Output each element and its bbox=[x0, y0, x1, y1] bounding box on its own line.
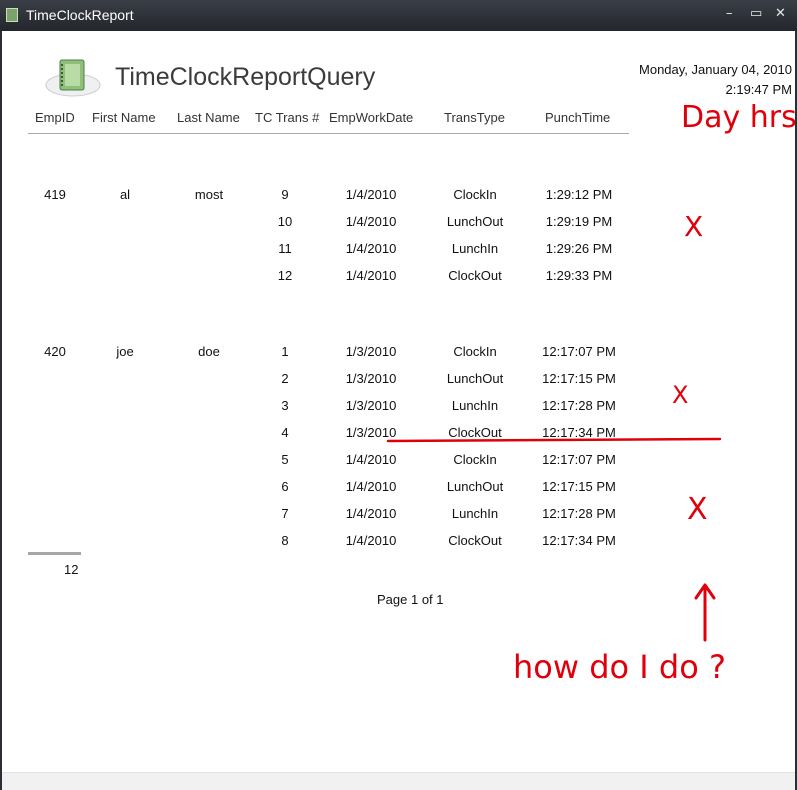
column-header-tc-trans: TC Trans # bbox=[255, 110, 320, 125]
trans-type-cell: ClockOut bbox=[448, 268, 502, 283]
last-name-cell: doe bbox=[198, 344, 220, 359]
column-header-empworkdate: EmpWorkDate bbox=[329, 110, 414, 125]
trans-number-cell: 1 bbox=[281, 344, 289, 359]
work-date-cell: 1/3/2010 bbox=[345, 398, 397, 413]
work-date-cell: 1/3/2010 bbox=[345, 425, 397, 440]
punch-time-cell: 12:17:07 PM bbox=[542, 344, 616, 359]
trans-number-cell: 11 bbox=[278, 241, 292, 256]
trans-number-cell: 6 bbox=[281, 479, 289, 494]
punch-time-cell: 1:29:19 PM bbox=[545, 214, 613, 229]
work-date-cell: 1/4/2010 bbox=[345, 268, 397, 283]
trans-number-cell: 2 bbox=[281, 371, 289, 386]
trans-type-cell: LunchOut bbox=[446, 371, 504, 386]
annotation-x-mark-1: X bbox=[684, 210, 704, 243]
punch-time-cell: 12:17:15 PM bbox=[542, 371, 616, 386]
punch-time-cell: 1:29:33 PM bbox=[545, 268, 613, 283]
punch-time-cell: 1:29:12 PM bbox=[545, 187, 613, 202]
record-count: 12 bbox=[64, 562, 79, 577]
column-header-last-name: Last Name bbox=[177, 110, 240, 125]
trans-number-cell: 3 bbox=[281, 398, 289, 413]
work-date-cell: 1/3/2010 bbox=[345, 344, 397, 359]
trans-number-cell: 7 bbox=[281, 506, 289, 521]
work-date-cell: 1/4/2010 bbox=[345, 214, 397, 229]
trans-number-cell: 9 bbox=[281, 187, 289, 202]
report-date: Monday, January 04, 2010 bbox=[639, 62, 792, 77]
punch-time-cell: 12:17:28 PM bbox=[542, 506, 616, 521]
emp-id-cell: 419 bbox=[44, 187, 66, 202]
column-header-punchtime: PunchTime bbox=[545, 110, 611, 125]
page-indicator: Page 1 of 1 bbox=[377, 592, 444, 607]
punch-time-cell: 1:29:26 PM bbox=[545, 241, 613, 256]
trans-type-cell: LunchIn bbox=[451, 241, 499, 256]
report-time: 2:19:47 PM bbox=[725, 82, 793, 97]
trans-type-cell: ClockIn bbox=[453, 452, 497, 467]
window-title: TimeClockReport bbox=[26, 7, 134, 23]
total-divider bbox=[28, 552, 81, 555]
notebook-icon bbox=[45, 59, 101, 97]
trans-number-cell: 12 bbox=[277, 268, 293, 283]
status-strip bbox=[2, 772, 795, 790]
emp-id-cell: 420 bbox=[44, 344, 66, 359]
column-header-first-name: First Name bbox=[92, 110, 156, 125]
annotation-x-mark-3: X bbox=[687, 492, 708, 527]
work-date-cell: 1/4/2010 bbox=[345, 533, 397, 548]
trans-number-cell: 8 bbox=[281, 533, 289, 548]
column-header-transtype: TransType bbox=[444, 110, 505, 125]
trans-number-cell: 10 bbox=[277, 214, 293, 229]
trans-number-cell: 5 bbox=[281, 452, 289, 467]
punch-time-cell: 12:17:34 PM bbox=[542, 425, 616, 440]
work-date-cell: 1/4/2010 bbox=[345, 452, 397, 467]
work-date-cell: 1/4/2010 bbox=[345, 187, 397, 202]
first-name-cell: joe bbox=[116, 344, 134, 359]
annotation-x-mark-2: X bbox=[672, 381, 689, 409]
arrow-head bbox=[694, 583, 716, 600]
trans-type-cell: LunchOut bbox=[446, 214, 504, 229]
minimize-button[interactable]: – bbox=[726, 6, 733, 21]
trans-type-cell: ClockIn bbox=[453, 344, 497, 359]
window-frame-left bbox=[0, 31, 2, 790]
header-divider bbox=[28, 133, 629, 134]
close-button[interactable]: ✕ bbox=[775, 6, 786, 21]
punch-time-cell: 12:17:07 PM bbox=[542, 452, 616, 467]
trans-type-cell: ClockOut bbox=[448, 533, 502, 548]
app-icon bbox=[6, 8, 18, 22]
punch-time-cell: 12:17:28 PM bbox=[542, 398, 616, 413]
maximize-button[interactable]: ▭ bbox=[750, 6, 762, 21]
work-date-cell: 1/3/2010 bbox=[345, 371, 397, 386]
punch-time-cell: 12:17:34 PM bbox=[542, 533, 616, 548]
work-date-cell: 1/4/2010 bbox=[345, 241, 397, 256]
work-date-cell: 1/4/2010 bbox=[345, 506, 397, 521]
first-name-cell: al bbox=[119, 187, 131, 202]
trans-type-cell: LunchOut bbox=[446, 479, 504, 494]
trans-type-cell: LunchIn bbox=[451, 506, 499, 521]
column-header-empid: EmpID bbox=[35, 110, 75, 125]
last-name-cell: most bbox=[194, 187, 224, 202]
punch-time-cell: 12:17:15 PM bbox=[542, 479, 616, 494]
annotation-question: how do I do ? bbox=[513, 648, 726, 686]
trans-type-cell: LunchIn bbox=[451, 398, 499, 413]
report-title: TimeClockReportQuery bbox=[115, 63, 376, 91]
annotation-day-hrs: Day hrs bbox=[681, 100, 797, 135]
trans-type-cell: ClockIn bbox=[453, 187, 497, 202]
trans-type-cell: ClockOut bbox=[448, 425, 502, 440]
work-date-cell: 1/4/2010 bbox=[345, 479, 397, 494]
window-titlebar: TimeClockReport – ▭ ✕ bbox=[0, 0, 797, 31]
trans-number-cell: 4 bbox=[281, 425, 289, 440]
